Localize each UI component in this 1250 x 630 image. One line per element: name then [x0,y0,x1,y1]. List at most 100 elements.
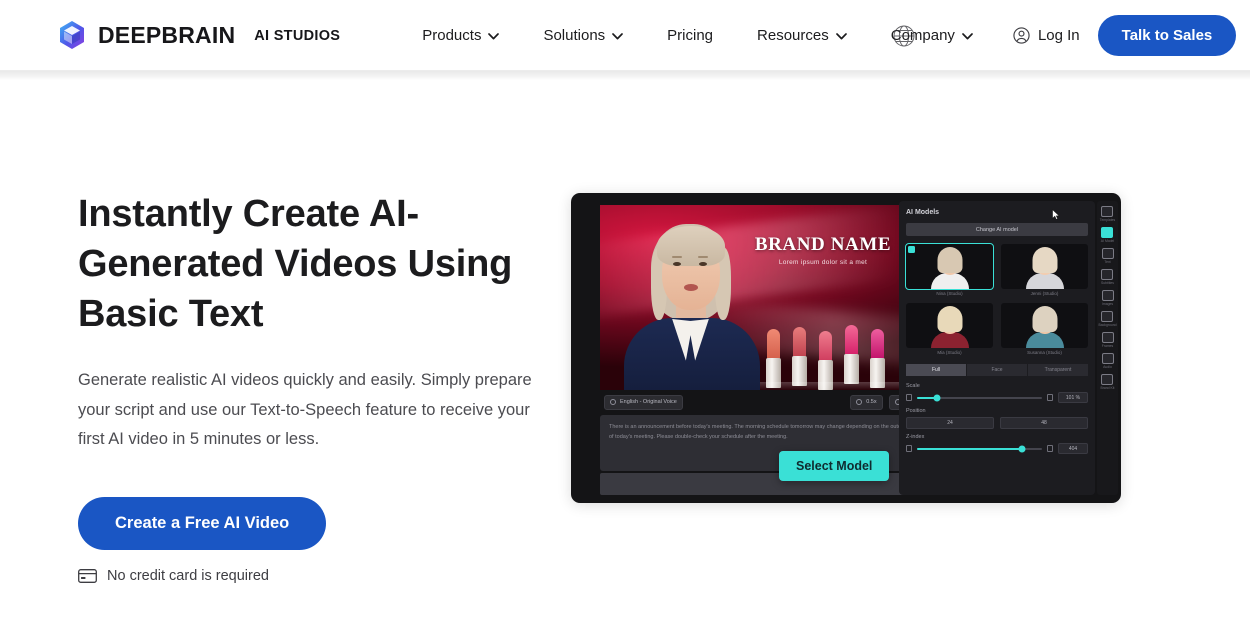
rail-item-images[interactable]: Images [1101,290,1114,306]
scale-slider[interactable] [917,394,1042,401]
view-mode-segmented-control: Full Face Transparent [906,364,1088,376]
model-grid: Nina (Studio) Jenni (Studio) Mia (Studio… [905,243,1088,355]
layer-icon[interactable] [906,445,912,452]
zindex-value[interactable]: 404 [1058,443,1088,454]
lock-icon[interactable] [906,394,912,401]
note-label: No credit card is required [107,567,269,584]
speed-chip[interactable]: 0.5x [850,394,883,410]
model-card[interactable]: Susanna (Studio) [1001,303,1088,355]
model-card[interactable]: Jenni (Studio) [1001,244,1088,296]
text-icon [1101,248,1114,259]
rail-label: Subtitles [1100,281,1114,285]
nav-item-company[interactable]: Company [869,19,995,52]
position-x-input[interactable]: 24 [906,417,994,429]
header-right-group: Log In Talk to Sales [995,14,1250,56]
zindex-slider[interactable] [917,445,1042,452]
zindex-control: 404 [906,443,1088,454]
rail-item-background[interactable]: Background [1098,311,1117,327]
change-ai-model-button[interactable]: Change AI model [906,223,1088,236]
hero-description: Generate realistic AI videos quickly and… [78,371,532,449]
zindex-step-icon[interactable] [1047,445,1053,452]
zindex-slider-knob[interactable] [1018,445,1026,452]
model-card[interactable]: Nina (Studio) [905,243,994,296]
segment-face[interactable]: Face [967,364,1028,376]
nav-label: Resources [757,26,829,44]
panel-title: AI Models [906,209,940,216]
model-hair [937,247,962,273]
voice-selector-chip[interactable]: English - Original Voice [604,394,683,410]
brand-logo-group[interactable]: DEEPBRAIN AI STUDIOS [58,20,340,50]
aspect-lock-icon[interactable] [1047,394,1053,401]
no-credit-card-note: No credit card is required [78,568,560,584]
segment-transparent[interactable]: Transparent [1028,364,1088,376]
avatar-collar-right [687,319,714,361]
rail-item-templates[interactable]: Templates [1100,206,1115,222]
rail-item-audio[interactable]: Audio [1101,353,1114,369]
images-icon [1101,290,1114,301]
brand-kit-icon [1101,374,1114,385]
scale-control: 101 % [906,392,1088,403]
ai-avatar-presenter [618,214,766,390]
position-y-input[interactable]: 48 [1000,417,1088,429]
model-thumbnail [905,243,994,290]
editor-toolbar: English - Original Voice 0.5x 1.0s [600,391,925,413]
chevron-down-icon [835,32,847,39]
rail-item-brand-kit[interactable]: Brand Kit [1101,374,1114,390]
background-icon [1101,311,1114,322]
model-body [1025,273,1064,289]
lipstick-bullet [871,329,884,359]
product-shelf-rail [759,382,921,390]
avatar-brow-right [698,256,708,258]
editor-sidebar-rail: Templates AI Model Text Subtitles Images… [1097,201,1118,495]
model-body [930,273,969,289]
nav-item-products[interactable]: Products [400,19,521,52]
position-control: 24 48 [906,417,1088,429]
lipstick-bullet [845,325,858,355]
rail-label: Audio [1103,365,1112,369]
model-name: Nina (Studio) [936,291,963,296]
model-card[interactable]: Mia (Studio) [906,303,993,355]
rail-item-ai-model[interactable]: AI Model [1101,227,1114,243]
lipstick-bullet [793,327,806,357]
model-hair [937,306,962,332]
audio-icon [1101,353,1114,364]
select-model-button[interactable]: Select Model [779,451,890,481]
segment-full[interactable]: Full [906,364,967,376]
rail-item-text[interactable]: Text [1101,248,1114,264]
chevron-down-icon [962,32,973,39]
position-label: Position [906,408,926,414]
scale-slider-knob[interactable] [933,394,941,401]
selected-badge-icon [908,246,915,253]
mouse-cursor-icon [1052,209,1060,220]
brand-name: DEEPBRAIN [98,21,236,48]
nav-item-solutions[interactable]: Solutions [521,19,645,52]
talk-to-sales-button[interactable]: Talk to Sales [1097,14,1237,56]
hero-section: Instantly Create AI-Generated Videos Usi… [0,71,1250,584]
lipstick-bullet [819,331,832,361]
zindex-label: Z-index [906,434,925,440]
model-thumbnail [906,303,993,348]
login-button[interactable]: Log In [995,19,1098,52]
zindex-slider-fill [917,447,1022,450]
rail-label: Images [1101,302,1114,306]
globe-language-icon[interactable] [892,24,916,48]
header-shadow-strip [0,71,1250,80]
video-preview-canvas[interactable]: BRAND NAME Lorem ipsum dolor sit a met [600,205,925,390]
page-title: Instantly Create AI-Generated Videos Usi… [78,193,513,336]
nav-item-pricing[interactable]: Pricing [645,19,735,52]
rail-label: Background [1098,323,1117,327]
rail-item-subtitles[interactable]: Subtitles [1101,269,1114,285]
rail-label: Frames [1101,344,1114,348]
lipstick-bullet [767,329,780,359]
create-free-ai-video-button[interactable]: Create a Free AI Video [78,496,327,550]
rail-item-frames[interactable]: Frames [1101,332,1114,348]
speed-label: 0.5x [866,399,877,405]
model-name: Jenni (Studio) [1030,291,1059,296]
rail-label: AI Model [1100,239,1115,243]
avatar-brow-left [672,256,682,258]
nav-item-resources[interactable]: Resources [735,19,869,52]
hero-copy: Instantly Create AI-Generated Videos Usi… [0,189,560,584]
subtitles-icon [1101,269,1114,280]
scale-value[interactable]: 101 % [1058,392,1088,403]
model-name: Susanna (Studio) [1027,350,1062,355]
